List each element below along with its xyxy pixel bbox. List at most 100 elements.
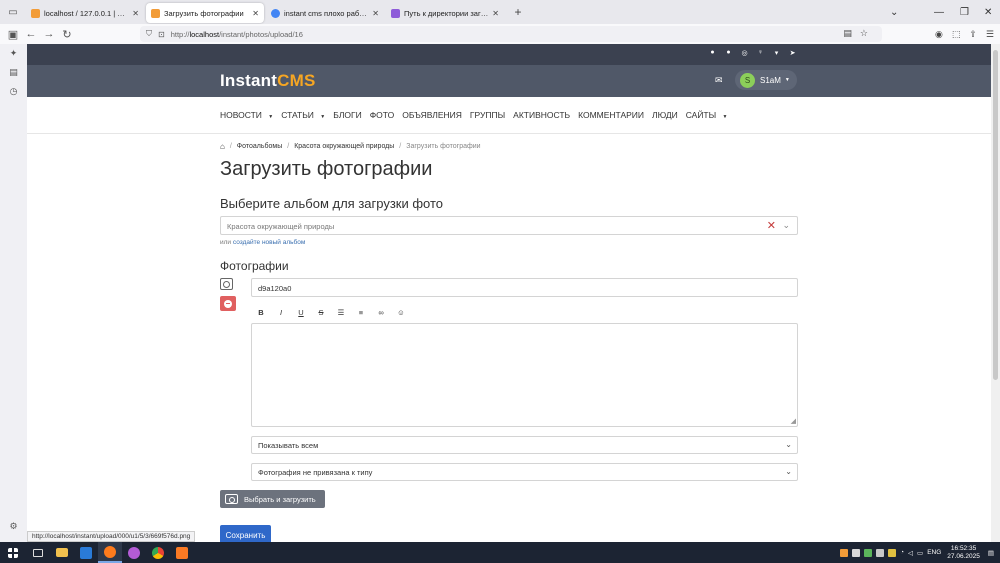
menu-label: САЙТЫ — [685, 110, 717, 120]
main-menu: НОВОСТИ ▼ СТАТЬИ ▼ БЛОГИ ФОТО ОБЪЯВЛЕНИЯ… — [220, 110, 735, 120]
forward-icon[interactable]: → — [40, 28, 58, 40]
photo-type-select[interactable]: Фотография не привязана к типу ⌄ — [251, 463, 798, 481]
game-app-icon[interactable] — [122, 542, 146, 563]
sidebar-panel-icon[interactable]: ▣ — [4, 28, 22, 41]
tray-update-icon[interactable] — [888, 548, 897, 557]
save-button[interactable]: Сохранить — [220, 525, 271, 542]
link-icon[interactable]: ∞ — [371, 308, 391, 317]
clock-time: 16:52:35 — [950, 544, 977, 552]
telegram-icon[interactable]: ➤ — [788, 48, 797, 57]
sidebar-settings-icon[interactable]: ⚙ — [0, 517, 27, 536]
scrollbar-thumb[interactable] — [993, 50, 998, 380]
tray-monitor-icon[interactable] — [852, 548, 861, 557]
sidebar-toggle-icon[interactable]: ▭ — [0, 0, 26, 24]
strikethrough-button[interactable]: S — [311, 308, 331, 317]
close-tab-icon[interactable]: ✕ — [132, 9, 139, 18]
extensions-icon[interactable]: ⬚ — [952, 29, 961, 40]
menu-item-people[interactable]: ЛЮДИ — [652, 110, 678, 120]
menu-item-articles[interactable]: СТАТЬИ ▼ — [281, 110, 325, 120]
task-view-icon[interactable] — [26, 542, 50, 563]
chrome-icon[interactable] — [146, 542, 170, 563]
tab-upload-photos[interactable]: Загрузить фотографии ✕ — [146, 3, 264, 23]
tab-google-search[interactable]: instant cms плохо работает на ✕ — [266, 3, 384, 23]
privacy-select[interactable]: Показывать всем ⌄ — [251, 436, 798, 454]
tray-usb-icon[interactable] — [876, 548, 885, 557]
resize-handle-icon[interactable]: ◢ — [791, 417, 796, 425]
volume-icon[interactable]: ◁ — [908, 549, 913, 557]
reload-icon[interactable]: ↻ — [58, 28, 76, 41]
tab-title: Путь к директории загрузки не — [404, 8, 489, 18]
tray-app-icon[interactable] — [840, 548, 849, 557]
menu-item-sites[interactable]: САЙТЫ ▼ — [686, 110, 728, 120]
site-logo[interactable]: InstantCMS — [220, 71, 316, 91]
page-scrollbar[interactable] — [991, 44, 1000, 542]
reading-list-icon[interactable]: ▤ — [0, 63, 27, 82]
album-select[interactable]: Красота окружающей природы ✕ ⌄ — [220, 216, 798, 235]
minimize-icon[interactable]: — — [934, 0, 944, 24]
close-window-icon[interactable]: ✕ — [984, 0, 992, 24]
file-explorer-icon[interactable] — [50, 542, 74, 563]
emoji-icon[interactable]: ☺ — [391, 308, 411, 317]
upload-button[interactable]: Выбрать и загрузить — [220, 490, 325, 508]
menu-item-activity[interactable]: АКТИВНОСТЬ — [513, 110, 570, 120]
facebook-icon[interactable]: ● — [708, 48, 717, 57]
photo-title-input[interactable]: d9a120a0 — [251, 278, 798, 297]
page-info-icon[interactable]: ⊡ — [158, 30, 165, 39]
mail-icon[interactable]: ✉ — [715, 75, 723, 86]
github-icon[interactable]: ● — [724, 48, 733, 57]
close-tab-icon[interactable]: ✕ — [492, 9, 499, 18]
menu-icon[interactable]: ☰ — [986, 29, 994, 40]
remove-photo-button[interactable] — [220, 296, 236, 311]
menu-item-blogs[interactable]: БЛОГИ — [333, 110, 361, 120]
underline-button[interactable]: U — [291, 308, 311, 317]
tab-phpmyadmin[interactable]: localhost / 127.0.0.1 | phpMyAdmin ✕ — [26, 3, 144, 23]
calculator-app-icon[interactable] — [74, 542, 98, 563]
create-album-link[interactable]: создайте новый альбом — [233, 239, 305, 246]
tray-security-icon[interactable] — [864, 548, 873, 557]
clock[interactable]: 16:52:35 27.06.2025 — [947, 545, 980, 561]
start-icon[interactable] — [0, 542, 26, 563]
instagram-icon[interactable]: ◎ — [740, 48, 749, 57]
list-tabs-icon[interactable]: ⌄ — [890, 0, 898, 24]
vk-icon[interactable]: ▾ — [772, 48, 781, 57]
odnoklassniki-icon[interactable]: ♀ — [756, 48, 765, 57]
bold-button[interactable]: B — [251, 308, 271, 317]
notifications-icon[interactable]: ▤ — [988, 549, 994, 557]
bookmark-star-icon[interactable]: ☆ — [860, 28, 876, 38]
numbered-list-icon[interactable]: ≡ — [351, 308, 371, 317]
reader-view-icon[interactable]: ▤ — [843, 28, 860, 38]
account-icon[interactable]: ◉ — [935, 29, 943, 40]
firefox-icon[interactable] — [98, 542, 122, 563]
back-icon[interactable]: ← — [22, 28, 40, 40]
photo-description-editor[interactable]: ◢ — [251, 323, 798, 427]
menu-item-comments[interactable]: КОММЕНТАРИИ — [578, 110, 644, 120]
history-icon[interactable]: ◷ — [0, 82, 27, 101]
share-icon[interactable]: ⇪ — [969, 29, 977, 40]
site-top-bar: ● ● ◎ ♀ ▾ ➤ — [27, 44, 991, 65]
address-bar[interactable]: ⛉ ⊡ http://localhost/instant/photos/uplo… — [140, 26, 882, 42]
home-icon[interactable]: ⌂ — [220, 142, 225, 151]
italic-button[interactable]: I — [271, 308, 291, 317]
chevron-down-icon[interactable]: ⌄ — [782, 220, 790, 231]
clear-icon[interactable]: ✕ — [767, 219, 776, 232]
menu-item-groups[interactable]: ГРУППЫ — [470, 110, 505, 120]
battery-icon[interactable]: ▭ — [917, 549, 923, 557]
breadcrumb-photo-albums[interactable]: Фотоальбомы — [237, 143, 282, 150]
close-tab-icon[interactable]: ✕ — [372, 9, 379, 18]
maximize-icon[interactable]: ❐ — [960, 0, 969, 24]
network-icon[interactable]: ◔ — [900, 549, 904, 556]
language-indicator[interactable]: ENG — [927, 549, 941, 556]
shield-icon[interactable]: ⛉ — [146, 29, 152, 39]
user-menu[interactable]: S S1aM ▼ — [735, 70, 797, 90]
menu-item-news[interactable]: НОВОСТИ ▼ — [220, 110, 273, 120]
close-tab-icon[interactable]: ✕ — [252, 9, 259, 18]
bullet-list-icon[interactable]: ☰ — [331, 308, 351, 317]
tab-upload-path[interactable]: Путь к директории загрузки не ✕ — [386, 3, 504, 23]
menu-item-photo[interactable]: ФОТО — [370, 110, 395, 120]
xampp-icon[interactable] — [170, 542, 194, 563]
ai-chat-icon[interactable]: ✦ — [0, 44, 27, 63]
editor-toolbar: B I U S ☰ ≡ ∞ ☺ — [251, 308, 411, 317]
new-tab-button[interactable]: + — [510, 5, 526, 19]
menu-item-ads[interactable]: ОБЪЯВЛЕНИЯ — [402, 110, 462, 120]
breadcrumb-album[interactable]: Красота окружающей природы — [294, 143, 394, 150]
